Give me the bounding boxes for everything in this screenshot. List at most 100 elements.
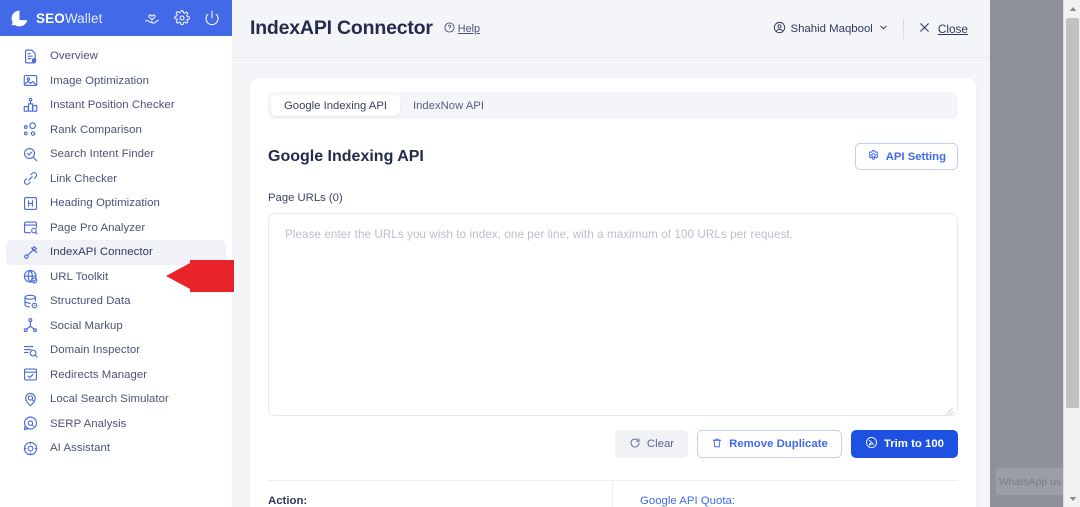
sidebar-item-label: AI Assistant: [50, 442, 111, 455]
app-screen: SEOWallet Overview Image Optimization In…: [0, 0, 1080, 507]
sidebar-nav: Overview Image Optimization Instant Positi…: [0, 36, 232, 461]
url-action-buttons: Clear Remove Duplicate Trim to 100: [268, 430, 958, 458]
sidebar-item-label: Domain Inspector: [50, 344, 141, 357]
trim-to-100-button[interactable]: Trim to 100: [850, 430, 958, 458]
sidebar-item-social-markup[interactable]: Social Markup: [6, 314, 226, 339]
sidebar-item-domain-inspector[interactable]: Domain Inspector: [6, 338, 226, 363]
brand-name-bold: SEO: [36, 10, 65, 26]
sidebar-item-image-optimization[interactable]: Image Optimization: [6, 69, 226, 94]
api-connector-icon: [22, 244, 39, 261]
help-label: Help: [457, 22, 480, 35]
power-icon[interactable]: [204, 10, 220, 26]
magnifier-check-icon: [22, 146, 39, 163]
share-network-icon: [22, 317, 39, 334]
sidebar-item-structured-data[interactable]: Structured Data: [6, 289, 226, 314]
page-urls-label: Page URLs (0): [268, 192, 343, 204]
bottom-row-divider: [612, 481, 613, 507]
window-check-icon: [22, 366, 39, 383]
tab-bar: Google Indexing API IndexNow API: [268, 92, 958, 119]
list-search-icon: [22, 342, 39, 359]
sidebar-item-label: SERP Analysis: [50, 417, 127, 430]
whatsapp-us-widget[interactable]: WhatsApp us: [996, 468, 1064, 495]
sidebar-item-label: Local Search Simulator: [50, 393, 169, 406]
ai-circle-icon: [22, 440, 39, 457]
sidebar-item-label: Redirects Manager: [50, 368, 148, 381]
scrollbar-thumb[interactable]: [1066, 18, 1079, 408]
link-chain-icon: [22, 170, 39, 187]
page-urls-placeholder: Please enter the URLs you wish to index,…: [285, 228, 794, 241]
action-label: Action:: [268, 495, 308, 507]
sidebar-item-link-checker[interactable]: Link Checker: [6, 167, 226, 192]
whatsapp-us-label: WhatsApp us: [998, 475, 1062, 488]
sidebar: SEOWallet Overview Image Optimization In…: [0, 0, 232, 507]
right-gray-overlay: [990, 0, 1063, 507]
reset-icon: [629, 437, 641, 452]
brand-name: SEOWallet: [36, 11, 102, 26]
user-menu[interactable]: Shahid Maqbool: [773, 21, 889, 37]
sidebar-item-search-intent-finder[interactable]: Search Intent Finder: [6, 142, 226, 167]
api-setting-button[interactable]: API Setting: [854, 143, 958, 170]
browser-scrollbar[interactable]: [1063, 0, 1080, 507]
main-panel: IndexAPI Connector Help Shahid Maqbool C…: [232, 0, 990, 507]
clear-label: Clear: [646, 438, 675, 450]
gear-icon: [867, 149, 880, 165]
close-label: Close: [937, 21, 968, 36]
sidebar-item-overview[interactable]: Overview: [6, 44, 226, 69]
sidebar-item-label: Heading Optimization: [50, 197, 160, 210]
sidebar-item-label: Search Intent Finder: [50, 148, 155, 161]
sidebar-item-label: Page Pro Analyzer: [50, 221, 146, 234]
document-clock-icon: [22, 48, 39, 65]
resize-grip-icon[interactable]: [945, 403, 954, 416]
sidebar-item-url-toolkit[interactable]: URL Toolkit: [6, 265, 226, 290]
seowallet-logo-icon: [10, 9, 29, 28]
sidebar-item-label: Image Optimization: [50, 74, 150, 87]
scissors-circle-icon: [865, 436, 878, 452]
tab-indexnow-api[interactable]: IndexNow API: [400, 95, 497, 116]
remove-duplicate-button[interactable]: Remove Duplicate: [697, 430, 842, 458]
sidebar-item-instant-position-checker[interactable]: Instant Position Checker: [6, 93, 226, 118]
database-star-icon: [22, 293, 39, 310]
section-header: Google Indexing API API Setting: [268, 143, 958, 170]
gear-icon[interactable]: [174, 10, 190, 26]
clear-button[interactable]: Clear: [614, 430, 689, 458]
nodes-compare-icon: [22, 121, 39, 138]
chevron-down-icon: [878, 22, 889, 36]
page-urls-input[interactable]: Please enter the URLs you wish to index,…: [268, 213, 958, 416]
sidebar-item-rank-comparison[interactable]: Rank Comparison: [6, 118, 226, 143]
sidebar-item-serp-analysis[interactable]: SERP Analysis: [6, 412, 226, 437]
sidebar-item-redirects-manager[interactable]: Redirects Manager: [6, 363, 226, 388]
api-setting-label: API Setting: [885, 150, 946, 163]
trash-icon: [711, 437, 723, 452]
globe-check-icon: [22, 268, 39, 285]
close-button[interactable]: Close: [918, 21, 968, 37]
sidebar-item-indexapi-connector[interactable]: IndexAPI Connector: [6, 240, 226, 265]
brand-name-light: Wallet: [64, 10, 103, 26]
sidebar-item-label: Link Checker: [50, 172, 118, 185]
podium-icon: [22, 97, 39, 114]
scrollbar-down-arrow-icon[interactable]: [1064, 490, 1080, 507]
sidebar-item-label: IndexAPI Connector: [50, 246, 153, 259]
heading-h-icon: [22, 195, 39, 212]
page-title: IndexAPI Connector: [250, 17, 433, 39]
help-circle-icon: [444, 21, 455, 36]
bottom-info-row: Action: Google API Quota:: [268, 480, 958, 507]
sidebar-item-ai-assistant[interactable]: AI Assistant: [6, 436, 226, 461]
scrollbar-up-arrow-icon[interactable]: [1064, 0, 1080, 17]
section-title: Google Indexing API: [268, 147, 424, 165]
sidebar-item-heading-optimization[interactable]: Heading Optimization: [6, 191, 226, 216]
avatar-icon: [773, 21, 786, 37]
content-card: Google Indexing API IndexNow API Google I…: [250, 78, 976, 507]
sidebar-item-local-search-simulator[interactable]: Local Search Simulator: [6, 387, 226, 412]
remove-duplicate-label: Remove Duplicate: [729, 438, 828, 450]
sidebar-item-page-pro-analyzer[interactable]: Page Pro Analyzer: [6, 216, 226, 241]
help-link[interactable]: Help: [444, 21, 480, 36]
image-icon: [22, 72, 39, 89]
tab-google-indexing-api[interactable]: Google Indexing API: [271, 95, 401, 116]
hand-heart-icon[interactable]: [144, 10, 160, 26]
trim-to-100-label: Trim to 100: [883, 438, 944, 450]
sidebar-item-label: URL Toolkit: [50, 270, 109, 283]
sidebar-item-label: Instant Position Checker: [50, 99, 175, 112]
sidebar-item-label: Social Markup: [50, 319, 123, 332]
sidebar-item-label: Structured Data: [50, 295, 131, 308]
top-bar: IndexAPI Connector Help Shahid Maqbool C…: [232, 0, 990, 58]
